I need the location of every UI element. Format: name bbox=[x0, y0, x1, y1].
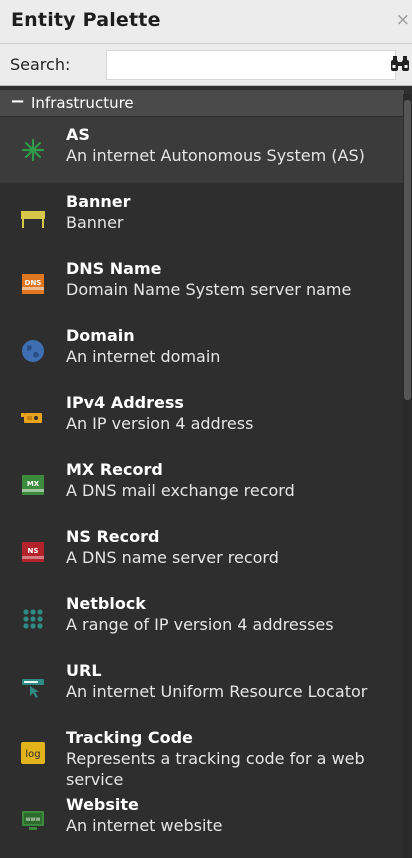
entity-name: MX Record bbox=[66, 460, 163, 479]
entity-name: Domain bbox=[66, 326, 135, 345]
tracking-code-icon: log bbox=[21, 742, 45, 764]
netblock-icon bbox=[23, 609, 43, 629]
entity-item-tracking-code[interactable]: log Tracking Code Represents a tracking … bbox=[0, 720, 404, 786]
dns-icon-text: DNS bbox=[25, 279, 42, 287]
dns-name-icon: DNS bbox=[22, 274, 44, 294]
entity-item-banner[interactable]: Banner Banner bbox=[0, 184, 404, 250]
entity-description: An internet domain bbox=[66, 347, 221, 366]
ns-icon-text: NS bbox=[28, 547, 39, 555]
banner-icon bbox=[21, 211, 45, 228]
mx-record-icon: MX bbox=[22, 475, 44, 495]
entity-name: Website bbox=[66, 795, 139, 814]
entity-list: − Infrastructure AS An internet Autonomo… bbox=[0, 86, 412, 858]
ipv4-icon bbox=[21, 413, 42, 423]
entity-item-as[interactable]: AS An internet Autonomous System (AS) bbox=[0, 117, 404, 183]
entity-description: A range of IP version 4 addresses bbox=[66, 615, 334, 634]
ns-record-icon: NS bbox=[22, 542, 44, 562]
website-icon: www bbox=[22, 811, 44, 830]
entity-description-continuation: service bbox=[66, 770, 124, 786]
entity-item-ns-record[interactable]: NS NS Record A DNS name server record bbox=[0, 519, 404, 585]
entity-description: Represents a tracking code for a web bbox=[66, 749, 365, 768]
collapse-icon[interactable]: − bbox=[10, 91, 25, 112]
entity-item-url[interactable]: URL An internet Uniform Resource Locator bbox=[0, 653, 404, 719]
entity-item-mx-record[interactable]: MX MX Record A DNS mail exchange record bbox=[0, 452, 404, 518]
entity-name: URL bbox=[66, 661, 102, 680]
scrollbar-thumb[interactable] bbox=[404, 100, 411, 400]
entity-item-website[interactable]: www Website An internet website bbox=[0, 787, 404, 853]
search-label: Search: bbox=[10, 55, 71, 74]
entity-item-ipv4-address[interactable]: IPv4 Address An IP version 4 address bbox=[0, 385, 404, 451]
entity-name: Banner bbox=[66, 192, 131, 211]
mx-icon-text: MX bbox=[27, 480, 40, 488]
panel-title: Entity Palette bbox=[11, 9, 161, 31]
entity-item-dns-name[interactable]: DNS DNS Name Domain Name System server n… bbox=[0, 251, 404, 317]
url-icon bbox=[22, 679, 44, 698]
entity-description: An internet Autonomous System (AS) bbox=[66, 146, 365, 165]
entity-name: Netblock bbox=[66, 594, 146, 613]
group-header-infrastructure[interactable]: − Infrastructure bbox=[0, 90, 404, 116]
entity-name: IPv4 Address bbox=[66, 393, 184, 412]
entity-name: AS bbox=[66, 125, 90, 144]
www-icon-text: www bbox=[26, 816, 41, 823]
entity-item-netblock[interactable]: Netblock A range of IP version 4 address… bbox=[0, 586, 404, 652]
entity-name: DNS Name bbox=[66, 259, 162, 278]
entity-description: An internet website bbox=[66, 816, 223, 835]
entity-description: A DNS name server record bbox=[66, 548, 279, 567]
entity-item-domain[interactable]: Domain An internet domain bbox=[0, 318, 404, 384]
as-icon bbox=[21, 138, 45, 162]
log-icon-text: log bbox=[25, 749, 40, 760]
entity-description: Banner bbox=[66, 213, 124, 232]
entity-description: A DNS mail exchange record bbox=[66, 481, 295, 500]
globe-icon bbox=[22, 340, 44, 362]
entity-description: Domain Name System server name bbox=[66, 280, 352, 299]
entity-name: Tracking Code bbox=[66, 728, 193, 747]
entity-name: NS Record bbox=[66, 527, 160, 546]
close-icon[interactable]: × bbox=[396, 10, 410, 30]
entity-description: An IP version 4 address bbox=[66, 414, 254, 433]
binoculars-icon[interactable] bbox=[390, 56, 410, 78]
entity-description: An internet Uniform Resource Locator bbox=[66, 682, 368, 701]
search-input[interactable] bbox=[106, 50, 396, 80]
search-bar: Search: bbox=[0, 44, 412, 86]
panel-titlebar: Entity Palette × bbox=[0, 0, 412, 44]
group-label: Infrastructure bbox=[31, 94, 134, 112]
